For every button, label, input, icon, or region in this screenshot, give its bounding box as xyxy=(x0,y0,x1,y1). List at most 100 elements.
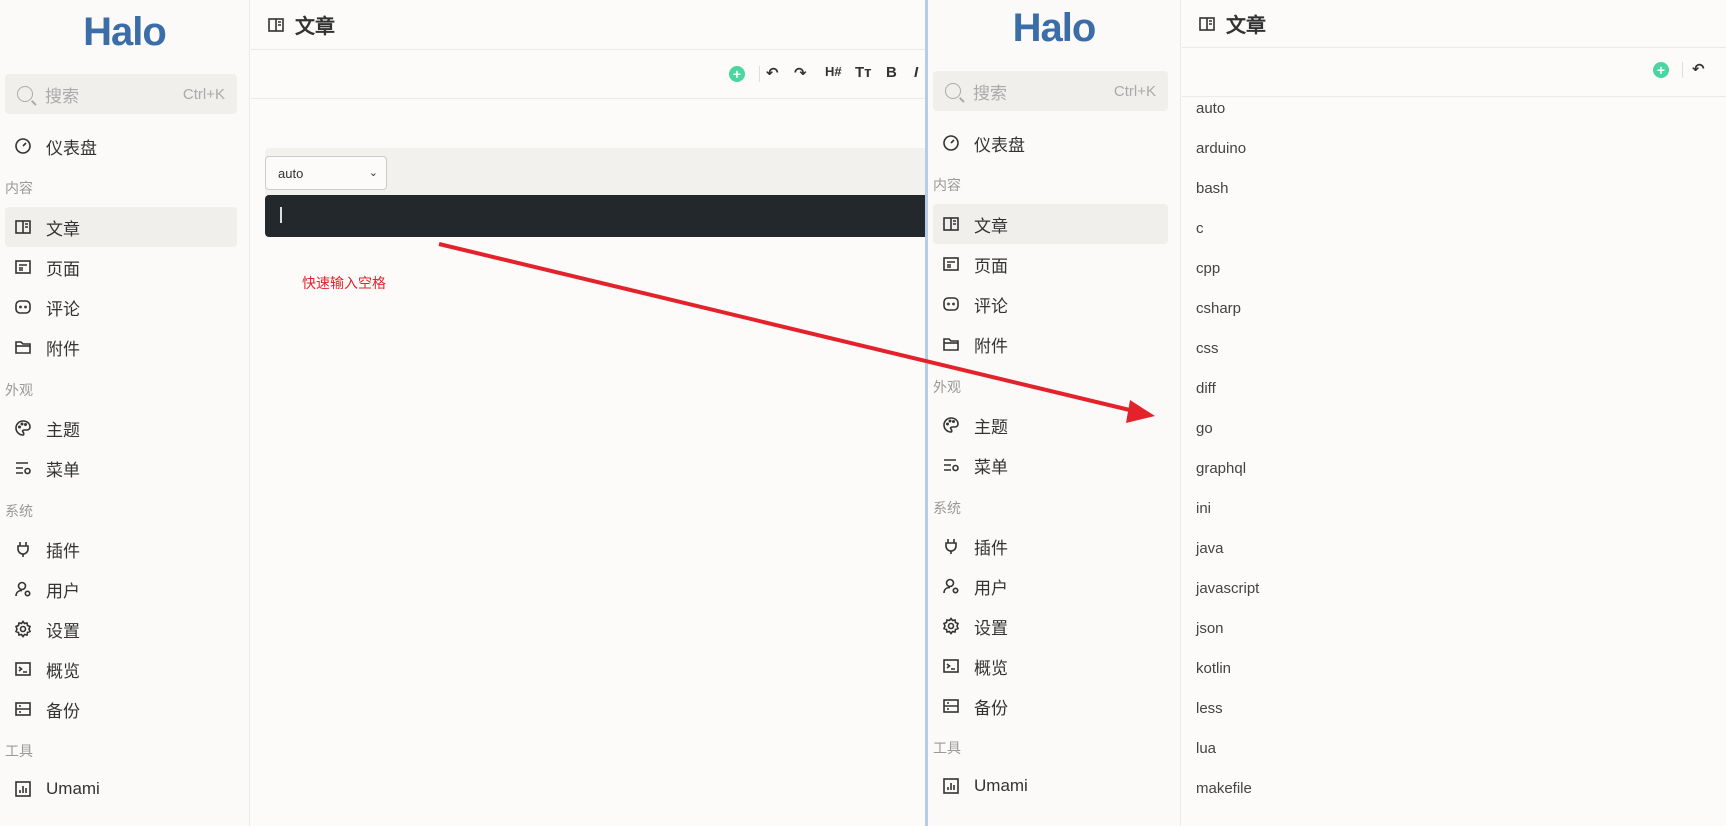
sidebar: Halo 搜索 Ctrl+K 仪表盘 内容 文章 页面 评论 附件 外观 主题 … xyxy=(928,0,1181,826)
sidebar-item-comments[interactable]: 评论 xyxy=(933,284,1168,324)
sidebar-item-backup[interactable]: 备份 xyxy=(5,689,237,729)
sidebar-item-umami[interactable]: Umami xyxy=(5,769,237,809)
toolbar-divider xyxy=(759,66,760,82)
menu-settings-icon xyxy=(942,456,960,474)
sidebar-item-overview[interactable]: 概览 xyxy=(5,649,237,689)
plug-icon xyxy=(14,540,32,558)
halo-logo[interactable]: Halo xyxy=(928,6,1180,51)
sidebar-item-label: 附件 xyxy=(974,336,1008,356)
language-option[interactable]: ini xyxy=(1196,500,1211,517)
language-option[interactable]: c xyxy=(1196,220,1204,237)
sidebar-item-pages[interactable]: 页面 xyxy=(933,244,1168,284)
sidebar-item-pages[interactable]: 页面 xyxy=(5,247,237,287)
sidebar-item-users[interactable]: 用户 xyxy=(5,569,237,609)
sidebar-item-themes[interactable]: 主题 xyxy=(933,405,1168,445)
undo-icon[interactable]: ↶ xyxy=(1692,60,1705,78)
sidebar-item-posts[interactable]: 文章 xyxy=(933,204,1168,244)
sidebar-item-menus[interactable]: 菜单 xyxy=(5,448,237,488)
main-content: 文章 + ↶ ↷ H# Tт B I auto ⌄ xyxy=(251,0,925,826)
sidebar-item-posts[interactable]: 文章 xyxy=(5,207,237,247)
sidebar-item-plugins[interactable]: 插件 xyxy=(5,529,237,569)
sidebar-item-menus[interactable]: 菜单 xyxy=(933,445,1168,485)
search-box[interactable]: 搜索 Ctrl+K xyxy=(5,74,237,114)
sidebar-item-label: 文章 xyxy=(46,219,80,239)
gear-icon xyxy=(942,617,960,635)
language-option[interactable]: bash xyxy=(1196,180,1229,197)
section-appearance: 外观 xyxy=(933,379,961,395)
language-option[interactable]: json xyxy=(1196,620,1224,637)
language-option[interactable]: graphql xyxy=(1196,460,1246,477)
redo-icon[interactable]: ↷ xyxy=(794,64,807,82)
right-window: Halo 搜索 Ctrl+K 仪表盘 内容 文章 页面 评论 附件 外观 主题 … xyxy=(925,0,1726,826)
sidebar-item-attachments[interactable]: 附件 xyxy=(933,324,1168,364)
section-tools: 工具 xyxy=(933,740,961,756)
page-header: 文章 xyxy=(251,0,925,50)
page-title: 文章 xyxy=(295,16,335,38)
italic-button[interactable]: I xyxy=(914,64,918,81)
sidebar-item-plugins[interactable]: 插件 xyxy=(933,526,1168,566)
language-option[interactable]: go xyxy=(1196,420,1213,437)
code-input[interactable] xyxy=(265,195,925,237)
language-option[interactable]: css xyxy=(1196,340,1219,357)
search-icon xyxy=(945,83,961,99)
language-option[interactable]: arduino xyxy=(1196,140,1246,157)
language-option[interactable]: javascript xyxy=(1196,580,1259,597)
sidebar-item-overview[interactable]: 概览 xyxy=(933,646,1168,686)
sidebar-item-label: 菜单 xyxy=(46,460,80,480)
book-open-icon xyxy=(14,218,32,236)
search-box[interactable]: 搜索 Ctrl+K xyxy=(933,71,1168,111)
search-placeholder: 搜索 xyxy=(973,83,1007,103)
sidebar-item-label: 设置 xyxy=(46,621,80,641)
sidebar-item-label: 备份 xyxy=(974,698,1008,718)
plug-icon xyxy=(942,537,960,555)
editor-toolbar: + ↶ ↷ H# Tт B I xyxy=(251,50,925,99)
language-option[interactable]: diff xyxy=(1196,380,1216,397)
section-content: 内容 xyxy=(5,180,33,196)
sidebar-item-dashboard[interactable]: 仪表盘 xyxy=(5,126,237,166)
language-option[interactable]: lua xyxy=(1196,740,1216,757)
dashboard-icon xyxy=(942,134,960,152)
sidebar-item-label: 设置 xyxy=(974,618,1008,638)
language-option[interactable]: auto xyxy=(1196,100,1225,117)
sidebar-item-label: 菜单 xyxy=(974,457,1008,477)
halo-logo[interactable]: Halo xyxy=(0,10,249,55)
heading-button[interactable]: H# xyxy=(825,64,842,79)
bold-button[interactable]: B xyxy=(886,64,897,81)
section-system: 系统 xyxy=(5,503,33,519)
sidebar-item-settings[interactable]: 设置 xyxy=(5,609,237,649)
sidebar-item-settings[interactable]: 设置 xyxy=(933,606,1168,646)
language-select[interactable]: auto ⌄ xyxy=(265,156,387,190)
sidebar-item-dashboard[interactable]: 仪表盘 xyxy=(933,123,1168,163)
main-content: 文章 + ↶ auto arduino bash c cpp csharp css diff g… xyxy=(1182,0,1726,826)
insert-plus-button[interactable]: + xyxy=(1653,62,1669,78)
text-size-button[interactable]: Tт xyxy=(855,64,872,81)
menu-settings-icon xyxy=(14,459,32,477)
section-appearance: 外观 xyxy=(5,382,33,398)
sidebar-item-label: 页面 xyxy=(974,256,1008,276)
terminal-icon xyxy=(942,657,960,675)
sidebar-item-backup[interactable]: 备份 xyxy=(933,686,1168,726)
language-option[interactable]: csharp xyxy=(1196,300,1241,317)
sidebar-item-label: 页面 xyxy=(46,259,80,279)
sidebar-item-themes[interactable]: 主题 xyxy=(5,408,237,448)
sidebar-item-attachments[interactable]: 附件 xyxy=(5,327,237,367)
gear-icon xyxy=(14,620,32,638)
palette-icon xyxy=(942,416,960,434)
sidebar-item-comments[interactable]: 评论 xyxy=(5,287,237,327)
language-option[interactable]: cpp xyxy=(1196,260,1220,277)
insert-plus-button[interactable]: + xyxy=(729,66,745,82)
sidebar-item-umami[interactable]: Umami xyxy=(933,766,1168,806)
language-option[interactable]: kotlin xyxy=(1196,660,1231,677)
language-option[interactable]: makefile xyxy=(1196,780,1252,797)
sidebar-item-label: 用户 xyxy=(46,581,80,601)
sidebar-item-users[interactable]: 用户 xyxy=(933,566,1168,606)
undo-icon[interactable]: ↶ xyxy=(766,64,779,82)
folder-icon xyxy=(14,338,32,356)
sidebar-item-label: 插件 xyxy=(46,541,80,561)
annotation-text: 快速输入空格 xyxy=(302,275,386,291)
sidebar: Halo 搜索 Ctrl+K 仪表盘 内容 文章 页面 评论 附件 外观 主题 … xyxy=(0,0,250,826)
language-option[interactable]: less xyxy=(1196,700,1223,717)
language-option[interactable]: java xyxy=(1196,540,1224,557)
sidebar-item-label: 评论 xyxy=(974,296,1008,316)
sidebar-item-label: Umami xyxy=(46,779,100,798)
